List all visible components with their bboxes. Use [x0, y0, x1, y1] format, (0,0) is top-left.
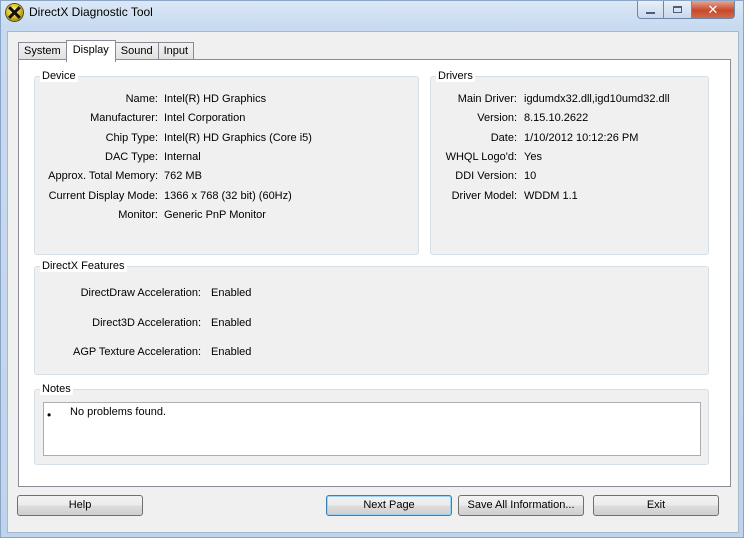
- maximize-icon: [673, 6, 682, 13]
- maximize-button[interactable]: [664, 1, 691, 19]
- driver-model-label: Driver Model:: [451, 190, 517, 202]
- minimize-button[interactable]: [637, 1, 664, 19]
- device-group-title: Device: [40, 70, 78, 82]
- dxdiag-window: DirectX Diagnostic Tool ✕ System Display…: [0, 0, 744, 538]
- save-all-information-button[interactable]: Save All Information...: [458, 495, 584, 516]
- ddi-version-label: DDI Version:: [455, 170, 517, 182]
- direct3d-label: Direct3D Acceleration:: [92, 317, 201, 329]
- exit-button[interactable]: Exit: [593, 495, 719, 516]
- device-group: Device Name: Intel(R) HD Graphics Manufa…: [34, 70, 419, 255]
- window-controls: ✕: [637, 1, 735, 19]
- device-memory-value: 762 MB: [164, 170, 202, 182]
- driver-model-value: WDDM 1.1: [524, 190, 578, 202]
- device-name-value: Intel(R) HD Graphics: [164, 93, 267, 105]
- next-page-button[interactable]: Next Page: [326, 495, 452, 516]
- notes-title: Notes: [40, 383, 73, 395]
- agp-texture-label: AGP Texture Acceleration:: [73, 346, 201, 358]
- device-chip-type-label: Chip Type:: [105, 132, 158, 144]
- driver-version-label: Version:: [477, 112, 517, 124]
- device-dac-type-label: DAC Type:: [105, 151, 158, 163]
- minimize-icon: [646, 11, 655, 14]
- notes-group: Notes • No problems found.: [34, 383, 709, 465]
- agp-texture-value: Enabled: [211, 346, 252, 358]
- device-memory-label: Approx. Total Memory:: [48, 170, 158, 182]
- tab-strip: System Display Sound Input: [18, 40, 195, 62]
- main-driver-value: igdumdx32.dll,igd10umd32.dll: [524, 93, 670, 105]
- notes-text: No problems found.: [70, 406, 166, 418]
- directdraw-value: Enabled: [211, 287, 252, 299]
- help-button[interactable]: Help: [17, 495, 143, 516]
- drivers-group-title: Drivers: [436, 70, 475, 82]
- device-chip-type-value: Intel(R) HD Graphics (Core i5): [164, 132, 312, 144]
- driver-version-value: 8.15.10.2622: [524, 112, 589, 124]
- device-name-label: Name:: [125, 93, 158, 105]
- driver-date-label: Date:: [490, 132, 517, 144]
- direct3d-value: Enabled: [211, 317, 252, 329]
- whql-value: Yes: [524, 151, 542, 163]
- driver-date-value: 1/10/2012 10:12:26 PM: [524, 132, 639, 144]
- ddi-version-value: 10: [524, 170, 537, 182]
- display-tab-panel: Device Name: Intel(R) HD Graphics Manufa…: [18, 59, 731, 487]
- device-manufacturer-label: Manufacturer:: [90, 112, 158, 124]
- tab-display[interactable]: Display: [65, 40, 116, 62]
- window-title: DirectX Diagnostic Tool: [29, 5, 153, 19]
- drivers-group: Drivers Main Driver: igdumdx32.dll,igd10…: [430, 70, 709, 255]
- main-driver-label: Main Driver:: [457, 93, 517, 105]
- device-monitor-label: Monitor:: [118, 209, 158, 221]
- device-manufacturer-value: Intel Corporation: [164, 112, 246, 124]
- notes-bullet: •: [47, 408, 52, 422]
- close-button[interactable]: ✕: [691, 1, 735, 19]
- directx-features-title: DirectX Features: [40, 260, 127, 272]
- directdraw-label: DirectDraw Acceleration:: [80, 287, 201, 299]
- directx-icon: [6, 4, 23, 21]
- close-icon: ✕: [707, 1, 719, 17]
- dialog-client-area: System Display Sound Input Device Name: …: [7, 31, 739, 533]
- title-bar[interactable]: DirectX Diagnostic Tool ✕: [1, 1, 743, 25]
- device-dac-type-value: Internal: [164, 151, 201, 163]
- notes-textbox[interactable]: • No problems found.: [43, 402, 701, 456]
- device-display-mode-value: 1366 x 768 (32 bit) (60Hz): [164, 190, 292, 202]
- whql-label: WHQL Logo'd:: [445, 151, 517, 163]
- device-monitor-value: Generic PnP Monitor: [164, 209, 266, 221]
- directx-features-group: DirectX Features DirectDraw Acceleration…: [34, 260, 709, 375]
- device-display-mode-label: Current Display Mode:: [48, 190, 158, 202]
